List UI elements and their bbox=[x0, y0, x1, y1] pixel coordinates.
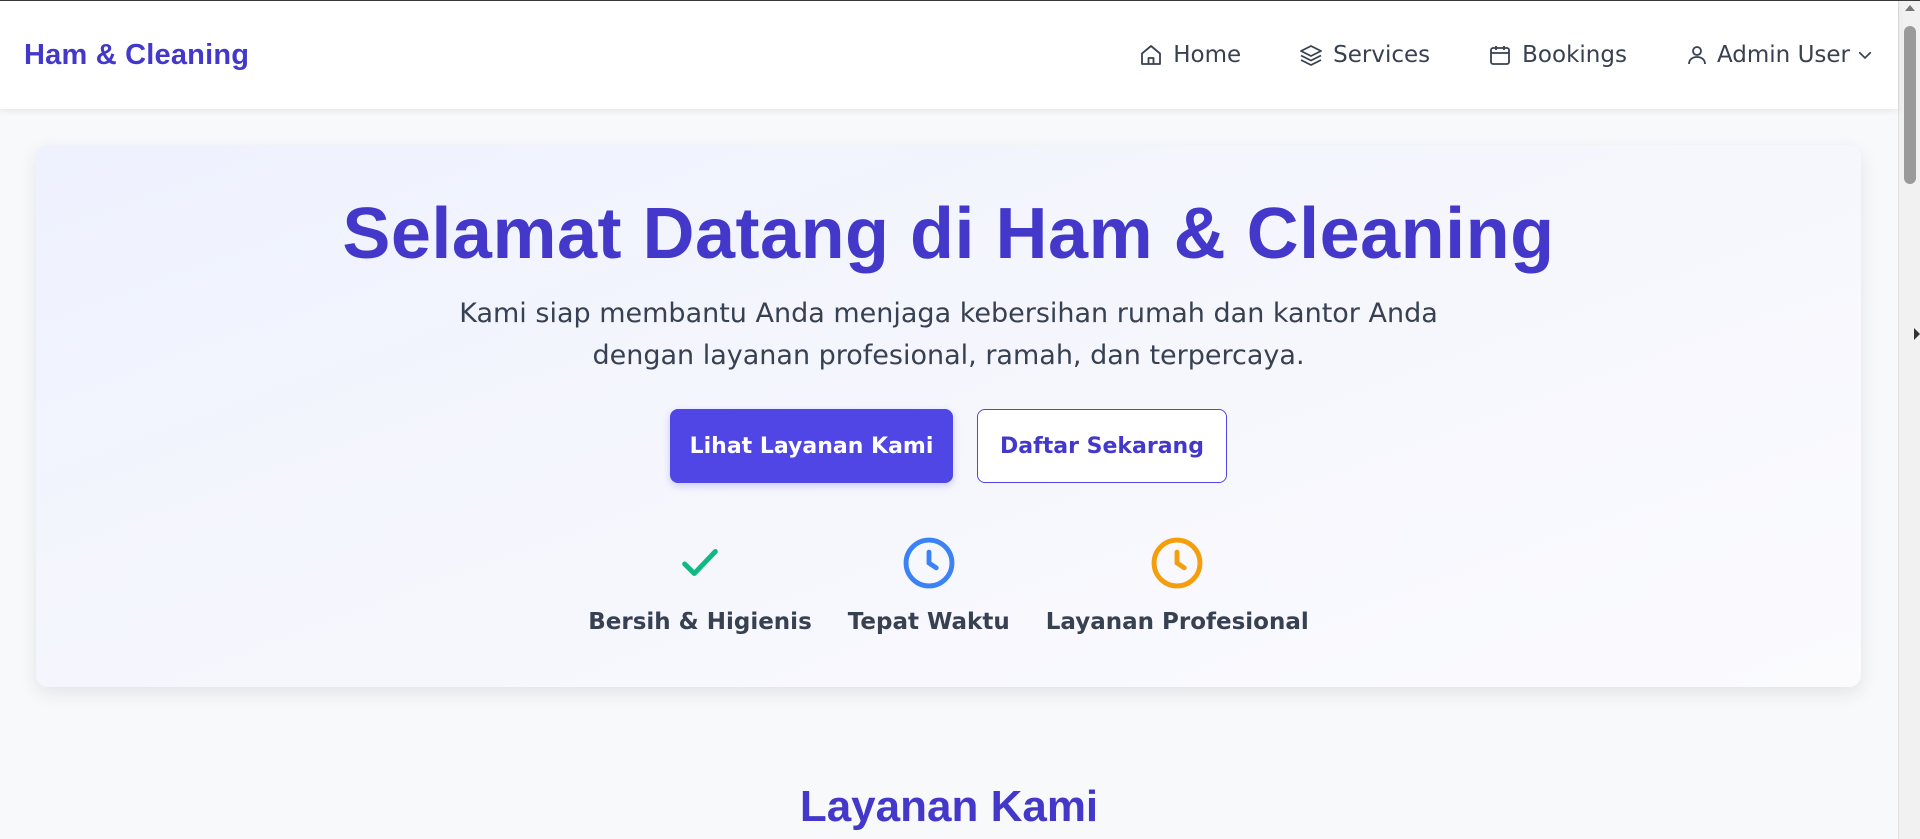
scroll-up-arrow-icon[interactable] bbox=[1905, 5, 1915, 11]
nav-bookings[interactable]: Bookings bbox=[1488, 42, 1627, 68]
navbar: Ham & Cleaning Home Services Bookings Ad… bbox=[0, 1, 1898, 109]
nav-home-label: Home bbox=[1173, 42, 1242, 68]
feature-list: Bersih & Higienis Tepat Waktu Layanan Pr… bbox=[36, 533, 1861, 635]
user-menu-label: Admin User bbox=[1716, 42, 1850, 68]
clock-icon bbox=[903, 537, 955, 589]
feature-item-ontime: Tepat Waktu bbox=[848, 533, 1010, 635]
cursor-icon bbox=[1914, 328, 1920, 340]
user-menu[interactable]: Admin User bbox=[1685, 42, 1874, 68]
view-services-button[interactable]: Lihat Layanan Kami bbox=[670, 409, 953, 483]
hero-subtitle-line-1: Kami siap membantu Anda menjaga kebersih… bbox=[459, 298, 1438, 329]
feature-label: Bersih & Higienis bbox=[588, 609, 812, 635]
hero-title: Selamat Datang di Ham & Cleaning bbox=[342, 194, 1555, 274]
check-icon bbox=[682, 549, 718, 577]
feature-item-professional: Layanan Profesional bbox=[1046, 533, 1309, 635]
vertical-scrollbar[interactable] bbox=[1898, 1, 1920, 839]
hero-subtitle: Kami siap membantu Anda menjaga kebersih… bbox=[36, 293, 1861, 377]
services-section-title: Layanan Kami bbox=[799, 782, 1099, 831]
hero-buttons: Lihat Layanan Kami Daftar Sekarang bbox=[36, 409, 1861, 483]
feature-item-clean: Bersih & Higienis bbox=[588, 533, 812, 635]
chevron-down-icon bbox=[1858, 51, 1872, 60]
main-nav: Home Services Bookings Admin User bbox=[1081, 1, 1874, 109]
nav-home[interactable]: Home bbox=[1139, 42, 1241, 68]
layers-icon bbox=[1300, 45, 1323, 66]
feature-label: Layanan Profesional bbox=[1045, 609, 1309, 635]
clock-icon bbox=[1151, 537, 1203, 589]
nav-services[interactable]: Services bbox=[1299, 42, 1430, 68]
nav-services-label: Services bbox=[1333, 42, 1431, 68]
nav-bookings-label: Bookings bbox=[1522, 42, 1627, 68]
feature-label: Tepat Waktu bbox=[847, 609, 1010, 635]
user-icon bbox=[1688, 46, 1706, 65]
hero-subtitle-line-2: dengan layanan profesional, ramah, dan t… bbox=[592, 340, 1305, 371]
brand-logo[interactable]: Ham & Cleaning bbox=[24, 39, 249, 72]
home-icon bbox=[1141, 45, 1162, 65]
hero-section: Selamat Datang di Ham & Cleaning Kami si… bbox=[36, 145, 1861, 687]
calendar-icon bbox=[1490, 46, 1511, 65]
scrollbar-thumb[interactable] bbox=[1904, 26, 1916, 184]
register-button[interactable]: Daftar Sekarang bbox=[977, 409, 1227, 483]
